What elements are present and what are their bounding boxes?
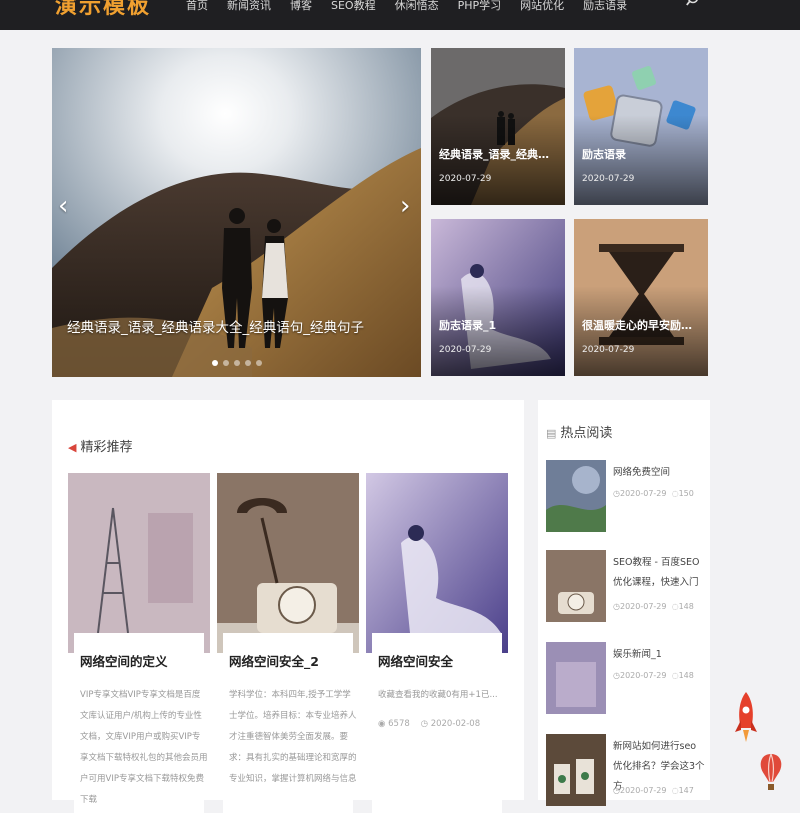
slider-next-arrow[interactable]: › <box>400 193 410 219</box>
tile-title[interactable]: 励志语录 <box>582 146 702 162</box>
balloon-icon[interactable] <box>758 752 784 796</box>
hot-list-item[interactable]: SEO教程 - 百度SEO优化课程，快速入门 ◷2020-07-29 ◌148 <box>546 550 708 622</box>
hot-item-thumb <box>546 734 606 806</box>
eye-icon: ◉ <box>378 719 386 729</box>
tile-title[interactable]: 经典语录_语录_经典语录大全_经典语句 <box>439 146 559 162</box>
tile-card[interactable]: 励志语录_1 2020-07-29 <box>431 219 565 376</box>
hot-reading-heading: ▤ 热点阅读 <box>546 422 612 441</box>
nav-item-quotes[interactable]: 励志语录 <box>583 0 627 13</box>
slider-dot[interactable] <box>256 360 262 366</box>
hot-item-meta: ◷2020-07-29 ◌147 <box>613 786 694 795</box>
hot-list-item[interactable]: 新网站如何进行seo优化排名？学会这3个方 ◷2020-07-29 ◌147 <box>546 734 708 806</box>
hot-item-views: 148 <box>678 671 694 680</box>
tile-title[interactable]: 很温暖走心的早安励志语录 <box>582 317 702 333</box>
hot-list-item[interactable]: 网络免费空间 ◷2020-07-29 ◌150 <box>546 460 708 532</box>
hot-item-views: 150 <box>678 489 694 498</box>
hot-heading-label: 热点阅读 <box>560 426 613 441</box>
card-excerpt: 收藏查看我的收藏0有用+1已... <box>378 690 498 700</box>
card-excerpt: 学科学位：本科四年,授予工学学士学位。培养目标：本专业培养人才注重德智体美劳全面… <box>229 690 357 784</box>
comment-icon: ◌ <box>669 602 679 611</box>
hot-item-date: 2020-07-29 <box>619 602 667 611</box>
featured-heading: ◀ 精彩推荐 <box>68 436 132 455</box>
comment-icon: ◌ <box>669 786 679 795</box>
hot-item-meta: ◷2020-07-29 ◌148 <box>613 602 694 611</box>
hot-item-date: 2020-07-29 <box>619 489 667 498</box>
tile-card[interactable]: 经典语录_语录_经典语录大全_经典语句 2020-07-29 <box>431 48 565 205</box>
tile-card[interactable]: 很温暖走心的早安励志语录 2020-07-29 <box>574 219 708 376</box>
top-nav-bar: 演示模板 首页 新闻资讯 博客 SEO教程 休闲悟态 PHP学习 网站优化 励志语录 <box>0 0 800 30</box>
card-title[interactable]: 网络空间安全 <box>378 651 453 670</box>
clock-icon: ◷ <box>613 489 620 498</box>
nav-item-blog[interactable]: 博客 <box>290 0 312 13</box>
clock-icon: ◷ <box>613 786 620 795</box>
tile-date: 2020-07-29 <box>582 174 635 184</box>
slider-dot[interactable] <box>245 360 251 366</box>
hot-item-title[interactable]: 娱乐新闻_1 <box>613 645 705 665</box>
tile-title[interactable]: 励志语录_1 <box>439 317 559 333</box>
hot-list-item[interactable]: 娱乐新闻_1 ◷2020-07-29 ◌148 <box>546 642 708 714</box>
megaphone-icon: ◀ <box>68 441 77 454</box>
tile-date: 2020-07-29 <box>439 174 492 184</box>
slider-dots <box>212 351 267 370</box>
hero-slider[interactable]: ‹ › 经典语录_语录_经典语录大全_经典语句_经典句子 <box>52 48 421 377</box>
hot-item-views: 148 <box>678 602 694 611</box>
hot-item-meta: ◷2020-07-29 ◌150 <box>613 489 694 498</box>
slider-dot[interactable] <box>212 360 218 366</box>
slider-caption[interactable]: 经典语录_语录_经典语录大全_经典语句_经典句子 <box>67 316 364 336</box>
card-meta: ◉ 6578 ◷ 2020-02-08 <box>378 719 480 729</box>
comment-icon: ◌ <box>669 671 679 680</box>
nav-item-home[interactable]: 首页 <box>186 0 208 13</box>
hot-item-date: 2020-07-29 <box>619 786 667 795</box>
nav-item-seo[interactable]: SEO教程 <box>331 0 376 13</box>
hot-item-meta: ◷2020-07-29 ◌148 <box>613 671 694 680</box>
card-image <box>366 473 508 653</box>
tile-date: 2020-07-29 <box>439 345 492 355</box>
comment-icon: ◌ <box>669 489 679 498</box>
hot-item-title[interactable]: 网络免费空间 <box>613 463 705 483</box>
featured-heading-label: 精彩推荐 <box>80 440 133 455</box>
hot-item-title[interactable]: SEO教程 - 百度SEO优化课程，快速入门 <box>613 553 705 593</box>
clock-icon: ◷ <box>613 602 620 611</box>
main-nav: 首页 新闻资讯 博客 SEO教程 休闲悟态 PHP学习 网站优化 励志语录 <box>186 0 646 14</box>
rocket-icon[interactable] <box>734 690 758 746</box>
hot-item-thumb <box>546 642 606 714</box>
tile-card[interactable]: 励志语录 2020-07-29 <box>574 48 708 205</box>
card-image <box>68 473 210 653</box>
featured-panel: ◀ 精彩推荐 网络空间的定义 VIP专享文档VIP专享文档是百度文库认证用户/机构… <box>52 400 524 813</box>
nav-item-news[interactable]: 新闻资讯 <box>227 0 271 13</box>
hot-item-date: 2020-07-29 <box>619 671 667 680</box>
slider-dot[interactable] <box>234 360 240 366</box>
slider-dot[interactable] <box>223 360 229 366</box>
nav-item-leisure[interactable]: 休闲悟态 <box>395 0 439 13</box>
hot-reading-panel: ▤ 热点阅读 网络免费空间 ◷2020-07-29 ◌150 SEO教程 - 百度… <box>538 400 710 806</box>
clock-icon: ◷ <box>613 671 620 680</box>
nav-item-optimize[interactable]: 网站优化 <box>520 0 564 13</box>
hot-item-thumb <box>546 460 606 532</box>
card-excerpt: VIP专享文档VIP专享文档是百度文库认证用户/机构上传的专业性文档，文库VIP… <box>80 690 208 805</box>
card-title[interactable]: 网络空间安全_2 <box>229 651 319 670</box>
slider-prev-arrow[interactable]: ‹ <box>58 193 68 219</box>
search-icon[interactable] <box>686 0 700 7</box>
site-logo[interactable]: 演示模板 <box>55 0 151 20</box>
nav-item-php[interactable]: PHP学习 <box>458 0 502 13</box>
tile-date: 2020-07-29 <box>582 345 635 355</box>
featured-card[interactable]: 网络空间的定义 VIP专享文档VIP专享文档是百度文库认证用户/机构上传的专业性… <box>68 473 210 813</box>
clock-icon: ◷ <box>420 719 428 729</box>
card-title[interactable]: 网络空间的定义 <box>80 651 168 670</box>
document-icon: ▤ <box>546 427 557 440</box>
featured-card[interactable]: 网络空间安全 收藏查看我的收藏0有用+1已... ◉ 6578 ◷ 2020-0… <box>366 473 508 813</box>
card-views: 6578 <box>388 719 410 729</box>
hot-item-thumb <box>546 550 606 622</box>
card-date: 2020-02-08 <box>430 719 481 729</box>
hot-item-views: 147 <box>678 786 694 795</box>
card-image <box>217 473 359 653</box>
featured-card[interactable]: 网络空间安全_2 学科学位：本科四年,授予工学学士学位。培养目标：本专业培养人才… <box>217 473 359 813</box>
